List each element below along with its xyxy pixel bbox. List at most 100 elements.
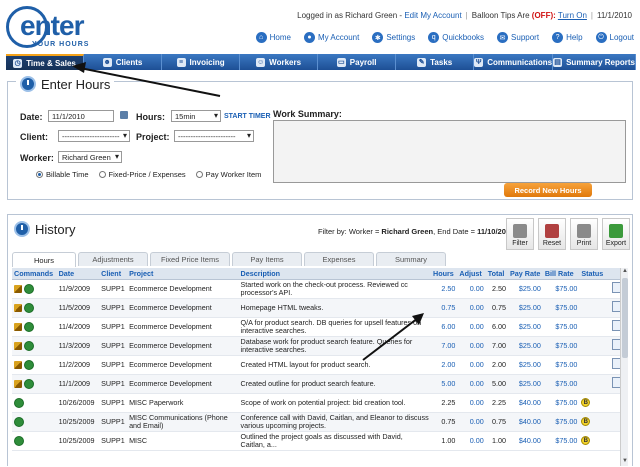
- nav-workers[interactable]: ☺ Workers: [240, 54, 319, 70]
- client-select[interactable]: -----------------------: [58, 130, 130, 142]
- col-commands[interactable]: Commands: [12, 268, 57, 280]
- radio-fixed-price[interactable]: Fixed-Price / Expenses: [98, 170, 186, 179]
- tab-expenses[interactable]: Expenses: [304, 252, 374, 266]
- radio-billable-label: Billable Time: [46, 170, 89, 179]
- edit-pencil-icon[interactable]: [14, 322, 22, 331]
- table-row[interactable]: 11/4/2009 SUPP1 Ecommerce Development Q/A f…: [12, 317, 626, 337]
- row-date: 11/4/2009: [56, 317, 100, 337]
- reset-button[interactable]: Reset: [538, 218, 566, 250]
- col-description[interactable]: Description: [238, 268, 432, 280]
- table-row[interactable]: 11/5/2009 SUPP1 Ecommerce Development Homep…: [12, 298, 626, 318]
- edit-pencil-icon[interactable]: [14, 341, 22, 350]
- copy-entry-icon[interactable]: [24, 340, 34, 351]
- copy-entry-icon[interactable]: [24, 359, 34, 370]
- util-support[interactable]: ✉ Support: [497, 32, 539, 43]
- start-timer-link[interactable]: START TIMER: [224, 113, 271, 120]
- calendar-icon[interactable]: [120, 111, 128, 119]
- row-status: B: [579, 393, 610, 413]
- col-adjust[interactable]: Adjust: [457, 268, 486, 280]
- table-row[interactable]: 11/9/2009 SUPP1 Ecommerce Development Start…: [12, 279, 626, 299]
- col-pay-rate[interactable]: Pay Rate: [508, 268, 543, 280]
- nav-time-sales[interactable]: ◷ Time & Sales: [6, 54, 85, 70]
- table-row[interactable]: 10/25/2009 SUPP1 MISC Outlined the project …: [12, 431, 626, 451]
- scroll-up-icon[interactable]: ▲: [621, 268, 629, 276]
- nav-invoicing[interactable]: ≡ Invoicing: [162, 54, 241, 70]
- util-logout[interactable]: ⏻ Logout: [595, 32, 634, 43]
- tab-summary[interactable]: Summary: [376, 252, 446, 266]
- util-help[interactable]: ? Help: [552, 32, 583, 43]
- copy-entry-icon[interactable]: [14, 435, 24, 446]
- tab-hours[interactable]: Hours: [12, 252, 76, 267]
- edit-pencil-icon[interactable]: [14, 284, 22, 293]
- date-input[interactable]: 11/1/2010: [48, 110, 114, 122]
- scroll-thumb[interactable]: [622, 278, 628, 358]
- balloon-tips-label: Balloon Tips Are: [471, 11, 532, 20]
- export-button[interactable]: Export: [602, 218, 630, 250]
- record-new-hours-button[interactable]: Record New Hours: [504, 183, 592, 197]
- hours-select[interactable]: 15min: [171, 110, 221, 122]
- col-status[interactable]: Status: [579, 268, 610, 280]
- copy-entry-icon[interactable]: [24, 378, 34, 389]
- table-row[interactable]: 11/2/2009 SUPP1 Ecommerce Development Creat…: [12, 355, 626, 375]
- util-home[interactable]: ⌂ Home: [255, 32, 291, 43]
- turn-on-link[interactable]: Turn On: [558, 11, 587, 20]
- col-project[interactable]: Project: [127, 268, 239, 280]
- tab-adjustments[interactable]: Adjustments: [78, 252, 148, 266]
- copy-entry-icon[interactable]: [14, 397, 24, 408]
- work-summary-textarea[interactable]: [273, 120, 626, 183]
- row-hours[interactable]: 7.00: [431, 336, 458, 356]
- copy-entry-icon[interactable]: [14, 416, 24, 427]
- nav-summary-reports[interactable]: ▤ Summary Reports: [553, 54, 637, 70]
- edit-pencil-icon[interactable]: [14, 303, 22, 312]
- util-settings[interactable]: ✱ Settings: [372, 32, 415, 43]
- radio-fixed-price-dot: [98, 171, 106, 178]
- col-client[interactable]: Client: [99, 268, 128, 280]
- clock-icon: [20, 76, 36, 92]
- copy-entry-icon[interactable]: [24, 302, 34, 313]
- tab-pay-items[interactable]: Pay Items: [232, 252, 302, 266]
- logo[interactable]: enter YOUR HOURS: [6, 4, 96, 50]
- row-bill-rate: $75.00: [542, 412, 580, 432]
- project-select[interactable]: -----------------------: [174, 130, 254, 142]
- table-row[interactable]: 11/3/2009 SUPP1 Ecommerce Development Datab…: [12, 336, 626, 356]
- table-row[interactable]: 10/26/2009 SUPP1 MISC Paperwork Scope of wo…: [12, 393, 626, 413]
- edit-pencil-icon[interactable]: [14, 379, 22, 388]
- antenna-icon: Ψ: [474, 57, 484, 67]
- nav-tasks[interactable]: ✎ Tasks: [396, 54, 475, 70]
- util-my-account[interactable]: ● My Account: [303, 32, 359, 43]
- row-hours[interactable]: 6.00: [431, 317, 458, 337]
- nav-workers-label: Workers: [269, 57, 302, 67]
- col-bill-rate[interactable]: Bill Rate: [542, 268, 580, 280]
- edit-account-link[interactable]: Edit My Account: [404, 11, 461, 20]
- nav-payroll[interactable]: ▭ Payroll: [318, 54, 397, 70]
- nav-tasks-label: Tasks: [430, 57, 453, 67]
- nav-communications[interactable]: Ψ Communications: [474, 54, 554, 70]
- table-row[interactable]: 10/25/2009 SUPP1 MISC Communications (Phon…: [12, 412, 626, 432]
- util-quickbooks[interactable]: q Quickbooks: [428, 32, 484, 43]
- radio-billable[interactable]: Billable Time: [36, 170, 89, 179]
- filter-worker: Richard Green: [381, 227, 434, 236]
- date-label: Date:: [20, 112, 43, 122]
- copy-entry-icon[interactable]: [24, 321, 34, 332]
- nav-clients[interactable]: ☻ Clients: [84, 54, 163, 70]
- nav-clients-label: Clients: [115, 57, 143, 67]
- row-description: Database work for product search feature…: [238, 336, 432, 356]
- tab-fixed-price-items[interactable]: Fixed Price Items: [150, 252, 230, 266]
- worker-select[interactable]: Richard Green: [58, 151, 122, 163]
- col-date[interactable]: Date: [56, 268, 100, 280]
- scroll-down-icon[interactable]: ▼: [621, 458, 629, 466]
- row-hours[interactable]: 2.00: [431, 355, 458, 375]
- row-hours[interactable]: 5.00: [431, 374, 458, 394]
- main-nav: ◷ Time & Sales ☻ Clients ≡ Invoicing ☺ Worke…: [6, 54, 637, 70]
- table-row[interactable]: 11/1/2009 SUPP1 Ecommerce Development Creat…: [12, 374, 626, 394]
- table-scrollbar[interactable]: ▲ ▼: [620, 268, 628, 466]
- radio-pay-worker[interactable]: Pay Worker Item: [195, 170, 261, 179]
- row-hours[interactable]: 2.50: [431, 279, 458, 299]
- filter-button[interactable]: Filter: [506, 218, 534, 250]
- edit-pencil-icon[interactable]: [14, 360, 22, 369]
- copy-entry-icon[interactable]: [24, 283, 34, 294]
- col-hours[interactable]: Hours: [431, 268, 458, 280]
- row-hours[interactable]: 0.75: [431, 298, 458, 318]
- col-total[interactable]: Total: [485, 268, 509, 280]
- print-button[interactable]: Print: [570, 218, 598, 250]
